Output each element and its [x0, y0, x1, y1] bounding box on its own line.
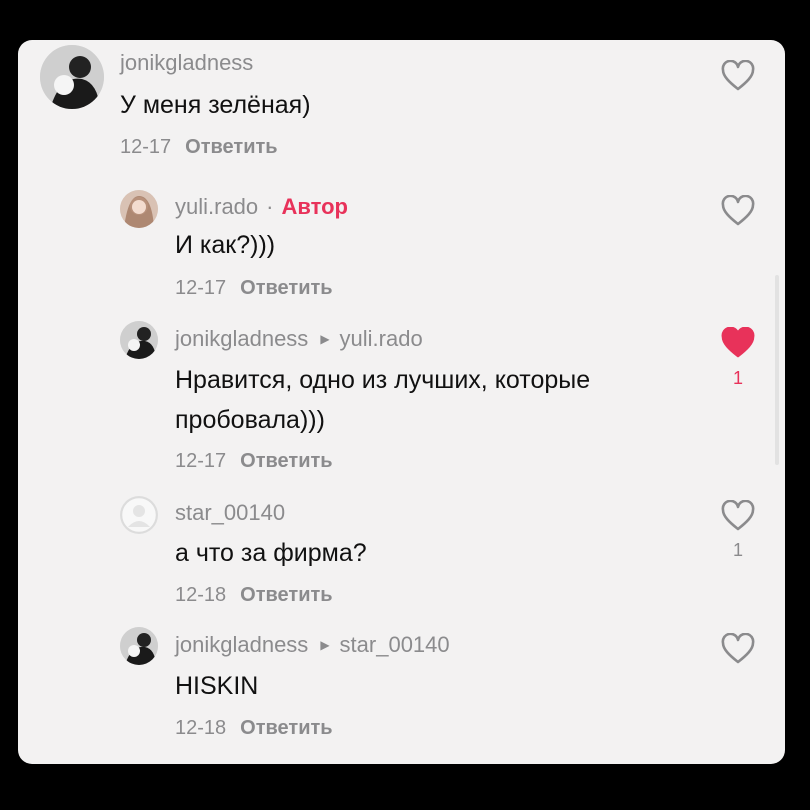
default-avatar-icon [120, 496, 158, 534]
username[interactable]: yuli.rado [175, 194, 258, 220]
comment-meta: star_00140 [175, 500, 285, 526]
comment-footer: 12-17 Ответить [120, 136, 278, 159]
comment-footer: 12-18 Ответить [175, 717, 333, 740]
avatar[interactable] [120, 627, 158, 665]
heart-outline-icon [721, 60, 755, 91]
comment-footer: 12-17 Ответить [175, 277, 333, 300]
reply-button[interactable]: Ответить [185, 136, 277, 158]
avatar[interactable] [40, 45, 104, 109]
comment-text: И как?))) [175, 231, 276, 259]
comment-date: 12-17 [175, 277, 227, 299]
heart-filled-icon [721, 327, 755, 358]
heart-outline-icon [721, 500, 755, 531]
like-button[interactable] [721, 500, 755, 532]
comment-meta: yuli.rado · Автор [175, 194, 348, 220]
scrollbar[interactable] [775, 275, 779, 465]
username[interactable]: jonikgladness [120, 50, 253, 76]
reply-button[interactable]: Ответить [240, 450, 332, 472]
comment-date: 12-17 [175, 450, 227, 472]
heart-outline-icon [721, 633, 755, 664]
reply-to-username[interactable]: yuli.rado [340, 326, 423, 352]
reply-button[interactable]: Ответить [240, 277, 332, 299]
avatar[interactable] [120, 496, 158, 534]
reply-to-username[interactable]: star_00140 [340, 632, 450, 658]
comment-date: 12-17 [120, 136, 172, 158]
like-count: 1 [732, 540, 743, 560]
comment-text: а что за фирма? [175, 539, 367, 567]
comment-date: 12-18 [175, 584, 227, 606]
username[interactable]: star_00140 [175, 500, 285, 526]
like-count: 1 [732, 368, 743, 388]
comment-meta: jonikgladness [120, 50, 253, 76]
comments-panel: jonikgladness У меня зелёная) 12-17 Ответ… [18, 40, 785, 764]
heart-outline-icon [721, 195, 755, 226]
comment-date: 12-18 [175, 717, 227, 739]
like-button[interactable] [721, 327, 755, 359]
comment-text: У меня зелёная) [120, 91, 311, 119]
comment-text: Нравится, одно из лучших, которые пробов… [175, 366, 591, 434]
username[interactable]: jonikgladness [175, 326, 308, 352]
reply-arrow-icon: ▶ [320, 638, 330, 652]
comment-text: HISKIN [175, 672, 259, 700]
username[interactable]: jonikgladness [175, 632, 308, 658]
comment-footer: 12-17 Ответить [175, 450, 333, 473]
like-button[interactable] [721, 195, 755, 227]
reply-arrow-icon: ▶ [320, 332, 330, 346]
author-badge: Автор [281, 194, 348, 219]
reply-button[interactable]: Ответить [240, 717, 332, 739]
comment-footer: 12-18 Ответить [175, 584, 333, 607]
comment-meta: jonikgladness ▶ star_00140 [175, 632, 450, 658]
avatar[interactable] [120, 321, 158, 359]
comment-meta: jonikgladness ▶ yuli.rado [175, 326, 423, 352]
reply-button[interactable]: Ответить [240, 584, 332, 606]
avatar[interactable] [120, 190, 158, 228]
like-button[interactable] [721, 633, 755, 665]
like-button[interactable] [721, 60, 755, 92]
